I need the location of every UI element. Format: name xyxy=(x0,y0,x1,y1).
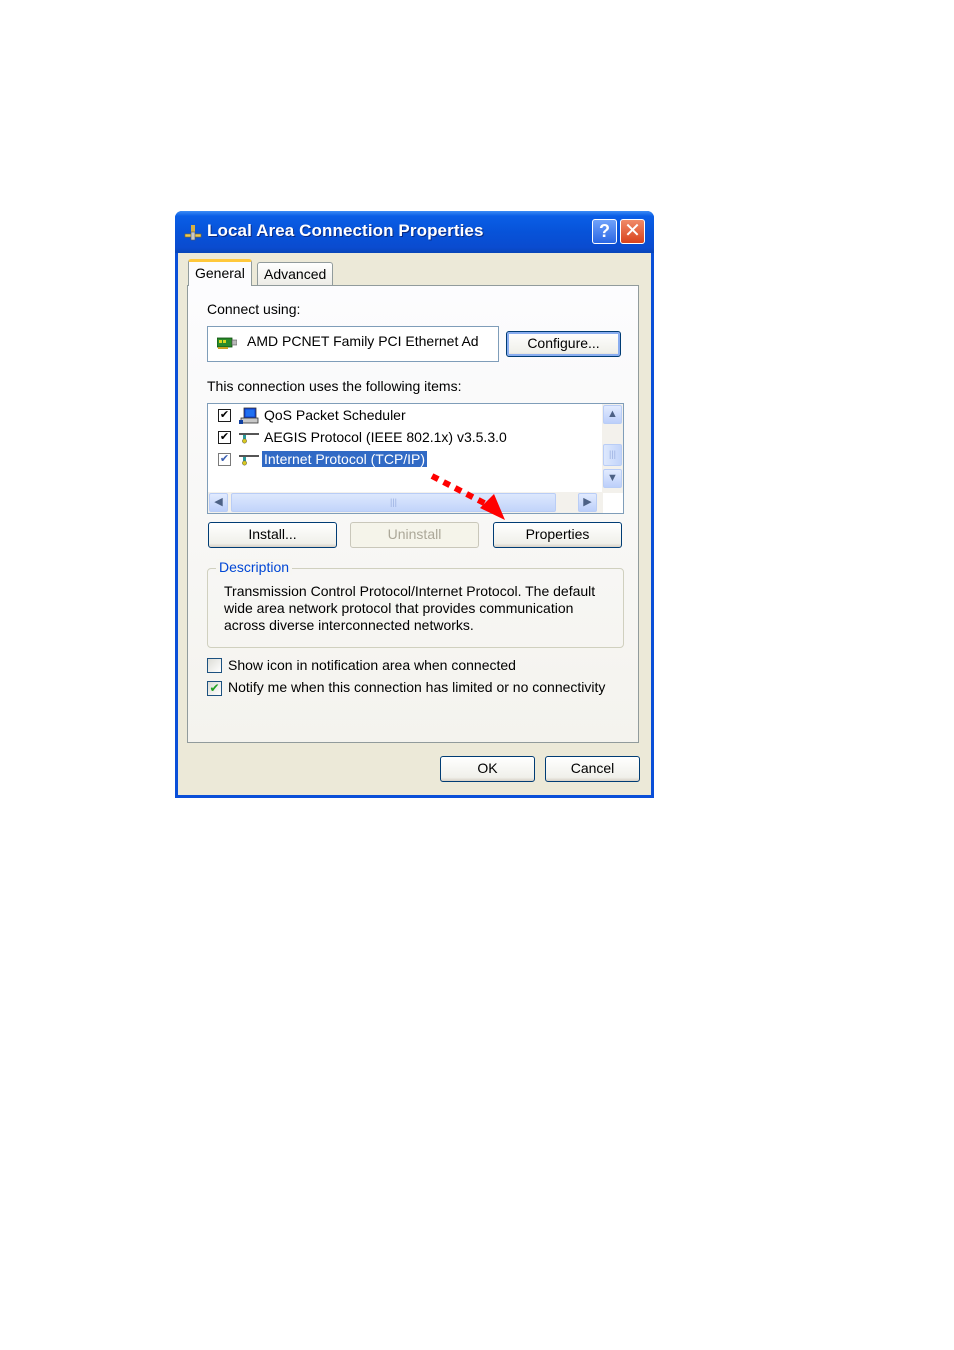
tab-advanced[interactable]: Advanced xyxy=(257,262,334,286)
description-text: Transmission Control Protocol/Internet P… xyxy=(224,583,596,633)
adapter-field: AMD PCNET Family PCI Ethernet Ad xyxy=(207,326,499,362)
general-tab-panel: Connect using: AMD PCNET Family PCI Ethe… xyxy=(187,285,639,743)
show-icon-label[interactable]: Show icon in notification area when conn… xyxy=(228,657,516,673)
description-group: Description Transmission Control Protoco… xyxy=(207,559,624,648)
list-item-selected[interactable]: ✔ Internet Protocol (TCP/IP) xyxy=(208,449,598,471)
items-label: This connection uses the following items… xyxy=(207,378,462,394)
cancel-button[interactable]: Cancel xyxy=(545,756,640,782)
scroll-left-button[interactable]: ◀ xyxy=(209,493,228,512)
install-button[interactable]: Install... xyxy=(208,522,337,548)
dialog-client-area: General Advanced Connect using: AMD PCNE… xyxy=(178,253,651,795)
item-checkbox[interactable]: ✔ xyxy=(218,453,231,466)
configure-button[interactable]: Configure... xyxy=(506,331,621,357)
item-checkbox[interactable]: ✔ xyxy=(218,409,231,422)
title-bar[interactable]: Local Area Connection Properties ? ✕ xyxy=(175,211,654,253)
close-button[interactable]: ✕ xyxy=(620,219,645,244)
horizontal-scroll-thumb[interactable]: ||| xyxy=(231,493,556,512)
help-button[interactable]: ? xyxy=(592,219,617,244)
components-list[interactable]: ✔ QoS Packet Scheduler ✔ AEGIS Protocol … xyxy=(207,403,624,514)
tab-general[interactable]: General xyxy=(188,259,252,286)
protocol-icon xyxy=(239,455,259,466)
item-label: AEGIS Protocol (IEEE 802.1x) v3.5.3.0 xyxy=(264,429,507,445)
scroll-right-button[interactable]: ▶ xyxy=(578,493,597,512)
local-area-connection-properties-dialog: Local Area Connection Properties ? ✕ Gen… xyxy=(175,211,654,798)
network-connection-icon xyxy=(184,225,202,241)
network-adapter-icon xyxy=(217,337,237,349)
ok-button[interactable]: OK xyxy=(440,756,535,782)
scroll-down-button[interactable]: ▼ xyxy=(603,469,622,488)
show-icon-checkbox[interactable] xyxy=(207,658,222,673)
notify-checkbox[interactable]: ✔ xyxy=(207,681,222,696)
adapter-name: AMD PCNET Family PCI Ethernet Ad xyxy=(247,333,479,349)
properties-button[interactable]: Properties xyxy=(493,522,622,548)
item-checkbox[interactable]: ✔ xyxy=(218,431,231,444)
connect-using-label: Connect using: xyxy=(207,301,301,317)
notify-label[interactable]: Notify me when this connection has limit… xyxy=(228,679,605,695)
horizontal-scrollbar[interactable]: ◀ ||| ▶ xyxy=(208,492,603,513)
list-item[interactable]: ✔ QoS Packet Scheduler xyxy=(208,405,598,427)
vertical-scrollbar[interactable]: ▲ ||| ▼ xyxy=(602,404,623,493)
protocol-icon xyxy=(239,433,259,444)
item-label: Internet Protocol (TCP/IP) xyxy=(262,451,428,467)
scroll-up-button[interactable]: ▲ xyxy=(603,405,622,424)
computer-icon xyxy=(239,407,259,424)
list-item[interactable]: ✔ AEGIS Protocol (IEEE 802.1x) v3.5.3.0 xyxy=(208,427,598,449)
window-title: Local Area Connection Properties xyxy=(207,221,484,240)
item-label: QoS Packet Scheduler xyxy=(264,407,406,423)
description-title: Description xyxy=(216,559,293,575)
vertical-scroll-thumb[interactable]: ||| xyxy=(603,444,622,466)
uninstall-button: Uninstall xyxy=(350,522,479,548)
